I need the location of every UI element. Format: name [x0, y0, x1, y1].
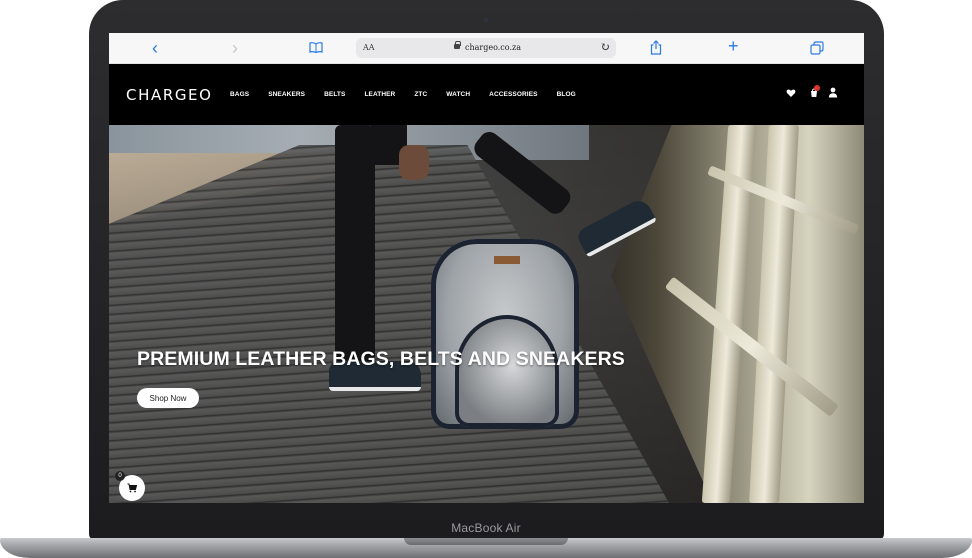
share-icon[interactable] [650, 40, 662, 55]
hero-boardwalk [109, 145, 669, 503]
heart-icon[interactable] [786, 88, 796, 98]
hero-backpack-tag [494, 256, 520, 264]
menu-item-ztc[interactable]: ZTC [414, 91, 427, 98]
menu-item-accessories[interactable]: ACCESSORIES [489, 91, 537, 98]
new-tab-icon[interactable]: + [728, 37, 739, 55]
user-icon[interactable] [828, 87, 838, 98]
camera [484, 18, 488, 22]
bookmarks-icon[interactable] [309, 42, 323, 53]
url-text: chargeo.co.za [465, 43, 521, 52]
site-logo[interactable]: CHARGEO [126, 86, 213, 104]
model-label: MacBook Air [451, 521, 521, 535]
cart-icon [127, 483, 137, 493]
menu-item-sneakers[interactable]: SNEAKERS [268, 91, 305, 98]
floating-cart-count: 0 [115, 471, 125, 481]
menu-item-blog[interactable]: BLOG [557, 91, 576, 98]
site-header: CHARGEO BAGS SNEAKERS BELTS LEATHER ZTC … [109, 64, 864, 125]
header-icons [786, 85, 846, 103]
shop-now-button[interactable]: Shop Now [137, 388, 199, 408]
text-size-button[interactable]: AA [363, 43, 375, 52]
screen: ‹ › AA chargeo.co.za ↻ + CHARGEO BAGS SN… [109, 33, 864, 503]
menu-item-bags[interactable]: BAGS [230, 91, 249, 98]
hero-title: PREMIUM LEATHER BAGS, BELTS AND SNEAKERS [137, 348, 625, 370]
main-menu: BAGS SNEAKERS BELTS LEATHER ZTC WATCH AC… [230, 91, 595, 98]
forward-icon[interactable]: › [225, 38, 245, 58]
address-bar[interactable]: AA chargeo.co.za ↻ [356, 38, 616, 58]
tabs-icon[interactable] [810, 41, 824, 55]
menu-item-leather[interactable]: LEATHER [364, 91, 395, 98]
hero-banner: PREMIUM LEATHER BAGS, BELTS AND SNEAKERS… [109, 125, 864, 503]
reload-icon[interactable]: ↻ [600, 40, 610, 54]
cart-badge [814, 85, 820, 91]
hero-backpack-pocket [455, 315, 559, 427]
back-icon[interactable]: ‹ [145, 38, 165, 58]
browser-toolbar: ‹ › AA chargeo.co.za ↻ + [109, 33, 864, 64]
menu-item-belts[interactable]: BELTS [324, 91, 345, 98]
lock-icon [454, 41, 461, 49]
laptop-notch [404, 538, 568, 545]
hero-person-leg [335, 125, 375, 365]
menu-item-watch[interactable]: WATCH [446, 91, 470, 98]
hero-person-hand [399, 145, 429, 180]
